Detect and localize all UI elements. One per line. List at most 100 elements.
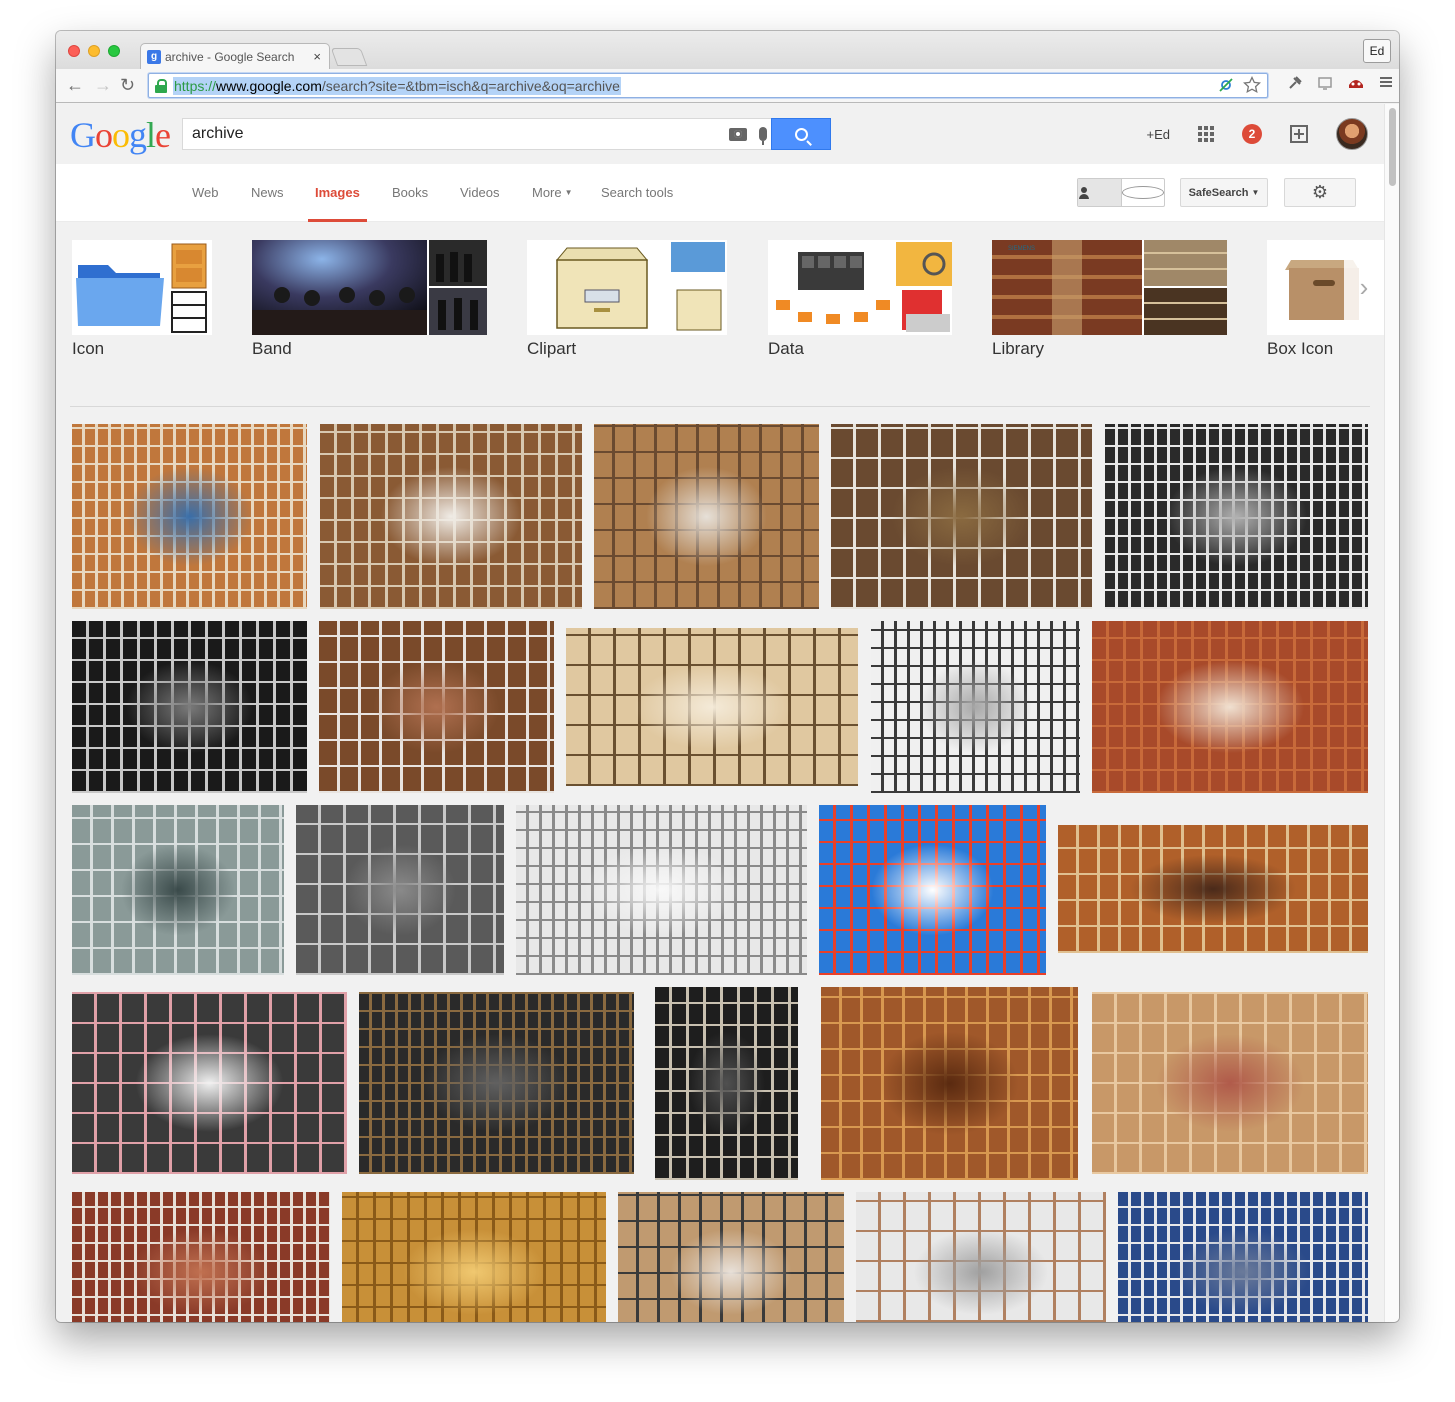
filing-cabinet-clipart [527, 240, 727, 335]
microphone-icon[interactable] [759, 127, 767, 145]
tab-more[interactable]: More ▼ [532, 164, 573, 222]
tab-close-icon[interactable]: × [313, 49, 321, 64]
related-card-band[interactable] [252, 240, 487, 335]
search-button[interactable] [771, 118, 831, 150]
google-logo[interactable]: Google [70, 114, 171, 156]
related-next-button[interactable]: › [1344, 240, 1384, 335]
related-label-clipart[interactable]: Clipart [527, 339, 576, 359]
url-text[interactable]: https://www.google.com/search?site=&tbm=… [173, 76, 621, 95]
search-query[interactable]: archive [192, 125, 729, 143]
search-tools-button[interactable]: Search tools [601, 164, 673, 222]
image-result-boxes-cream[interactable] [566, 628, 858, 786]
tab-news[interactable]: News [251, 164, 284, 222]
lock-icon [155, 78, 167, 93]
related-label-band[interactable]: Band [252, 339, 292, 359]
related-label-library[interactable]: Library [992, 339, 1044, 359]
profile-button[interactable]: Ed [1363, 39, 1391, 63]
avatar[interactable] [1336, 118, 1368, 150]
library-photo: SIEMENS [992, 240, 1227, 335]
image-result-boxes-corridor[interactable] [618, 1192, 844, 1322]
back-button[interactable]: ← [66, 75, 84, 95]
image-result-binders-grey[interactable] [871, 621, 1080, 793]
browser-toolbar: ← → ↻ https://www.google.com/search?site… [56, 69, 1399, 103]
public-results-button[interactable] [1121, 179, 1164, 206]
pin-icon[interactable] [1287, 75, 1303, 91]
address-bar[interactable]: https://www.google.com/search?site=&tbm=… [148, 73, 1268, 98]
translate-icon[interactable] [1217, 76, 1235, 94]
search-input[interactable]: archive [182, 118, 778, 150]
safesearch-button[interactable]: SafeSearch ▼ [1180, 178, 1268, 207]
tab-web[interactable]: Web [192, 164, 219, 222]
related-card-clipart[interactable] [527, 240, 727, 335]
image-result-drawers-red[interactable] [1092, 621, 1368, 793]
search-icon [794, 127, 808, 141]
star-icon[interactable] [1243, 76, 1261, 94]
image-result-files-manila[interactable] [1092, 992, 1368, 1174]
image-result-shelf-brown[interactable] [320, 424, 582, 609]
related-card-icon[interactable] [72, 240, 212, 335]
image-result-files-pink[interactable] [72, 992, 347, 1174]
image-result-shelf-orange[interactable] [72, 424, 307, 609]
tab-images[interactable]: Images [308, 164, 367, 222]
private-results-button[interactable] [1078, 179, 1122, 206]
extension-icon[interactable] [1347, 75, 1365, 91]
close-window-button[interactable] [68, 45, 80, 57]
image-result-ledgers[interactable] [319, 621, 554, 793]
tab-title: archive - Google Search [165, 49, 295, 64]
forward-button[interactable]: → [94, 75, 112, 95]
image-result-shelves-white[interactable] [516, 805, 807, 975]
person-icon [1078, 186, 1121, 199]
browser-tab[interactable]: g archive - Google Search × [140, 43, 330, 69]
image-result-corridor-black[interactable] [655, 987, 798, 1180]
tab-videos[interactable]: Videos [460, 164, 500, 222]
google-header: Google archive +Ed 2 [56, 104, 1384, 164]
globe-icon [1121, 186, 1164, 199]
image-result-folders-messy[interactable] [72, 1192, 330, 1322]
menu-icon[interactable] [1379, 75, 1393, 89]
private-public-toggle[interactable] [1077, 178, 1165, 207]
google-plus-link[interactable]: +Ed [1147, 127, 1171, 142]
zoom-window-button[interactable] [108, 45, 120, 57]
new-tab-button[interactable] [330, 48, 368, 66]
image-result-books-aisle[interactable] [831, 424, 1092, 609]
related-searches: Icon Band Clipart Data SIEMENS Library B… [56, 222, 1384, 407]
tab-strip: g archive - Google Search × Ed [56, 31, 1399, 69]
camera-icon[interactable] [729, 127, 747, 141]
image-result-mobile-white[interactable] [856, 1192, 1106, 1322]
image-result-shelf-dark[interactable] [359, 992, 634, 1174]
google-images-page: Google archive +Ed 2 Web News Images Boo… [56, 104, 1384, 1322]
image-result-aisle-box[interactable] [594, 424, 819, 609]
image-result-corridor-dark[interactable] [296, 805, 504, 975]
related-card-data[interactable] [768, 240, 952, 335]
image-result-boxes-green[interactable] [72, 805, 284, 975]
image-result-binders-blue[interactable] [819, 805, 1046, 975]
image-result-card-drawer[interactable] [1058, 825, 1368, 953]
divider [70, 406, 1370, 407]
page-scrollbar[interactable] [1384, 104, 1399, 1322]
settings-gear-button[interactable]: ⚙ [1284, 178, 1356, 207]
cast-icon[interactable] [1317, 75, 1333, 91]
share-plus-icon[interactable] [1290, 125, 1308, 143]
chevron-right-icon: › [1359, 272, 1369, 302]
related-label-icon[interactable]: Icon [72, 339, 104, 359]
related-label-box-icon[interactable]: Box Icon [1267, 339, 1333, 359]
minimize-window-button[interactable] [88, 45, 100, 57]
image-result-drawers-gold[interactable] [342, 1192, 606, 1322]
band-photo [252, 240, 487, 335]
scrollbar-thumb[interactable] [1389, 108, 1396, 186]
data-servers-image [768, 240, 952, 335]
image-result-mobile-blue[interactable] [1118, 1192, 1368, 1322]
image-result-bw-reels[interactable] [72, 621, 307, 793]
image-result-binders-aisle[interactable] [1105, 424, 1368, 609]
gear-icon: ⚙ [1311, 182, 1329, 202]
related-label-data[interactable]: Data [768, 339, 804, 359]
reload-button[interactable]: ↻ [120, 75, 135, 95]
notifications-badge[interactable]: 2 [1242, 124, 1262, 144]
image-result-drawers-wood[interactable] [821, 987, 1078, 1180]
apps-grid-icon[interactable] [1198, 126, 1214, 142]
tab-books[interactable]: Books [392, 164, 428, 222]
folder-icon [72, 240, 212, 335]
svg-text:SIEMENS: SIEMENS [1008, 246, 1035, 252]
related-card-library[interactable]: SIEMENS [992, 240, 1227, 335]
browser-window: g archive - Google Search × Ed ← → ↻ htt… [56, 31, 1399, 1322]
